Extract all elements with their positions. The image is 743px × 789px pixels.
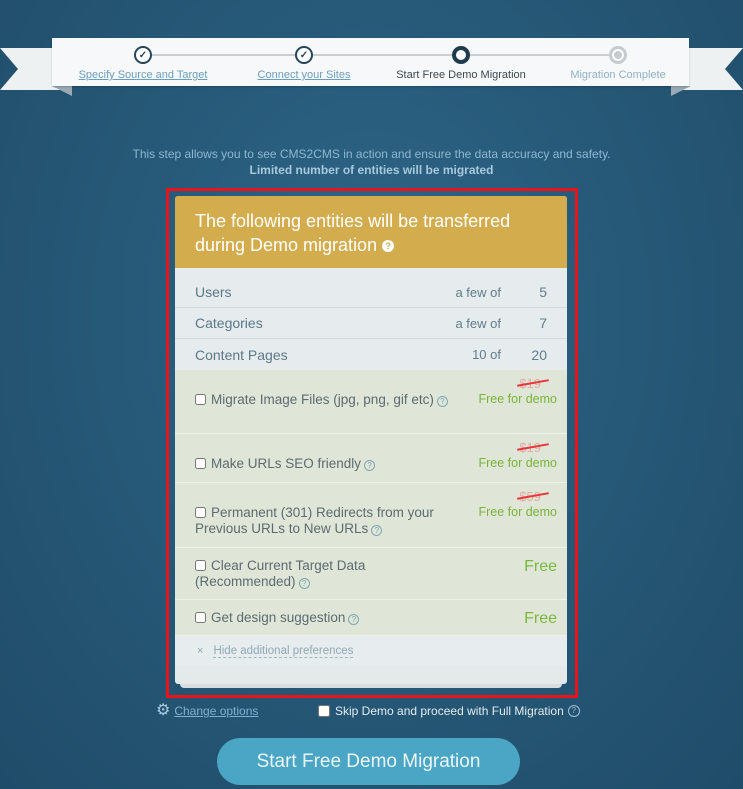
close-icon[interactable]: × [197,645,203,657]
progress-steps: ✓ Specify Source and Target ✓ Connect yo… [52,38,689,86]
entity-amount: a few of [455,284,501,300]
start-demo-button[interactable]: Start Free Demo Migration [217,738,520,785]
check-icon: ✓ [134,46,152,64]
entity-total: 7 [539,315,547,331]
help-icon[interactable]: ? [298,578,310,589]
step-label: Start Free Demo Migration [396,69,526,81]
skip-demo-option: Skip Demo and proceed with Full Migratio… [318,704,580,718]
skip-demo-checkbox[interactable] [318,705,330,717]
price-label: Free for demo [478,392,557,406]
entity-total: 20 [531,346,547,363]
entity-name: Users [195,284,232,300]
option-label[interactable]: Get design suggestion [211,610,345,625]
demo-entities-card: The following entities will be transferr… [175,196,567,684]
entity-row: Content Pages 10 of 20 [175,339,567,370]
price-label: Free for demo [478,456,557,470]
option-seo-urls: Make URLs SEO friendly? $19 Free for dem… [175,434,567,483]
card-header: The following entities will be transferr… [175,196,567,268]
help-icon[interactable]: ? [567,705,580,717]
step-label[interactable]: Connect your Sites [219,69,389,81]
step-label: Migration Complete [570,69,666,81]
entity-amount: a few of [455,315,501,331]
ribbon-fold-right [671,86,691,96]
step-specify-source[interactable]: ✓ Specify Source and Target [58,46,228,81]
option-checkbox[interactable] [195,560,206,571]
price-label: Free [524,610,557,627]
price-label: Free for demo [478,505,557,519]
option-design-suggestion: Get design suggestion? Free [175,600,567,636]
step-start-demo: Start Free Demo Migration [376,46,546,81]
step-connect-sites[interactable]: ✓ Connect your Sites [219,46,389,81]
entity-total: 5 [539,284,547,300]
check-icon: ✓ [295,46,313,64]
intro-text: This step allows you to see CMS2CMS in a… [0,146,743,178]
option-checkbox[interactable] [195,458,206,469]
hide-preferences-row: × Hide additional preferences [175,636,567,666]
ribbon-fold-left [52,86,72,96]
help-icon[interactable]: ? [382,240,395,253]
card-title: The following entities will be transferr… [195,211,511,255]
option-label[interactable]: Make URLs SEO friendly [211,456,361,471]
option-label[interactable]: Permanent (301) Redirects from your Prev… [195,505,434,536]
option-label[interactable]: Clear Current Target Data (Recommended) [195,558,365,589]
option-label[interactable]: Migrate Image Files (jpg, png, gif etc) [211,392,434,407]
help-icon[interactable]: ? [436,396,448,407]
option-migrate-images: Migrate Image Files (jpg, png, gif etc)?… [175,370,567,434]
entity-name: Categories [195,315,263,331]
old-price: $59 [519,489,541,504]
hide-preferences-link[interactable]: Hide additional preferences [213,645,354,658]
gear-icon: ⚙ [156,702,171,719]
option-clear-target: Clear Current Target Data (Recommended)?… [175,548,567,600]
dot-icon [609,46,627,64]
change-options-link[interactable]: ⚙ Change options [156,702,258,719]
option-checkbox[interactable] [195,394,206,405]
change-options-label[interactable]: Change options [174,704,258,718]
entity-amount: 10 of [472,347,501,362]
entity-name: Content Pages [195,346,288,363]
help-icon[interactable]: ? [348,614,360,625]
ribbon-left-tail [0,48,60,90]
intro-line-bold: Limited number of entities will be migra… [249,163,494,177]
option-301-redirects: Permanent (301) Redirects from your Prev… [175,483,567,548]
entity-row: Categories a few of 7 [175,308,567,339]
option-checkbox[interactable] [195,507,206,518]
skip-demo-label[interactable]: Skip Demo and proceed with Full Migratio… [335,704,564,718]
ring-icon [452,46,470,64]
intro-line: This step allows you to see CMS2CMS in a… [132,147,611,161]
help-icon[interactable]: ? [371,525,383,536]
entities-list: Users a few of 5 Categories a few of 7 C… [175,268,567,370]
below-card-controls: ⚙ Change options Skip Demo and proceed w… [156,702,596,724]
option-checkbox[interactable] [195,612,206,623]
price-label: Free [524,558,557,575]
old-price: $19 [519,440,541,455]
step-label[interactable]: Specify Source and Target [58,69,228,81]
old-price: $19 [519,376,541,391]
help-icon[interactable]: ? [364,460,376,471]
entity-row: Users a few of 5 [175,277,567,308]
step-migration-complete: Migration Complete [533,46,703,81]
